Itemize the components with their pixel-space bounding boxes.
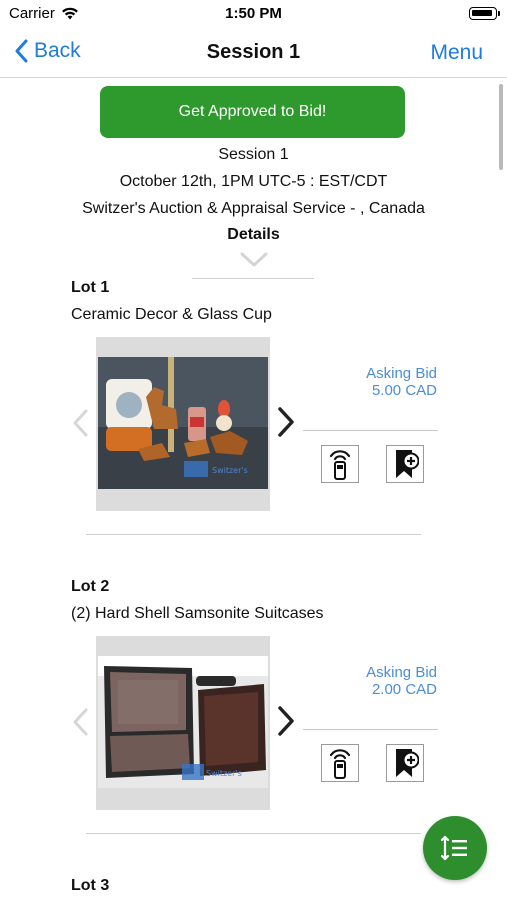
details-divider xyxy=(192,278,314,279)
bookmark-add-icon xyxy=(396,450,419,478)
remote-bid-button[interactable] xyxy=(321,445,359,483)
lot-photo[interactable]: Switzer's xyxy=(96,337,270,511)
lot-list-screen: Carrier 1:50 PM Back Session 1 Menu Get … xyxy=(0,0,507,900)
asking-bid-value: 5.00 CAD xyxy=(371,382,437,399)
bid-divider xyxy=(303,729,438,730)
chevron-right-icon[interactable] xyxy=(275,705,297,737)
session-datetime: October 12th, 1PM UTC-5 : EST/CDT xyxy=(119,173,388,190)
lot-divider xyxy=(86,534,421,535)
sort-list-icon xyxy=(440,835,467,861)
lot-description: Ceramic Decor & Glass Cup xyxy=(71,306,272,323)
lot-description: (2) Hard Shell Samsonite Suitcases xyxy=(71,605,324,622)
lot-2-photo: Switzer's xyxy=(98,656,268,788)
svg-text:Switzer's: Switzer's xyxy=(212,466,248,475)
lot-photo[interactable]: Switzer's xyxy=(96,636,270,810)
bookmark-add-icon xyxy=(396,749,419,777)
asking-bid-label: Asking Bid xyxy=(366,365,437,382)
chevron-right-icon[interactable] xyxy=(275,406,297,438)
chevron-down-icon[interactable] xyxy=(240,252,268,268)
lot-label: Lot 3 xyxy=(71,877,110,894)
status-time: 1:50 PM xyxy=(225,5,282,22)
lot-label: Lot 2 xyxy=(71,578,110,595)
session-auctioneer: Switzer's Auction & Appraisal Service - … xyxy=(82,200,425,217)
remote-bid-icon xyxy=(329,749,351,779)
bid-divider xyxy=(303,430,438,431)
lot-1-photo: Switzer's xyxy=(98,357,268,489)
sort-button[interactable] xyxy=(423,816,487,880)
add-watchlist-button[interactable] xyxy=(386,744,424,782)
menu-button[interactable]: Menu xyxy=(430,41,483,65)
navigation-bar: Back Session 1 Menu xyxy=(0,30,507,78)
remote-bid-button[interactable] xyxy=(321,744,359,782)
status-bar: Carrier 1:50 PM xyxy=(0,0,507,30)
add-watchlist-button[interactable] xyxy=(386,445,424,483)
battery-icon xyxy=(469,7,500,20)
lot-divider xyxy=(86,833,421,834)
asking-bid-value: 2.00 CAD xyxy=(371,681,437,698)
session-name: Session 1 xyxy=(218,146,289,163)
remote-bid-icon xyxy=(329,450,351,480)
svg-text:Switzer's: Switzer's xyxy=(206,769,242,778)
details-toggle[interactable]: Details xyxy=(0,226,507,244)
chevron-left-icon[interactable] xyxy=(70,408,90,438)
chevron-left-icon[interactable] xyxy=(70,707,90,737)
get-approved-button[interactable]: Get Approved to Bid! xyxy=(100,86,405,138)
lot-label: Lot 1 xyxy=(71,279,110,296)
asking-bid-label: Asking Bid xyxy=(366,664,437,681)
